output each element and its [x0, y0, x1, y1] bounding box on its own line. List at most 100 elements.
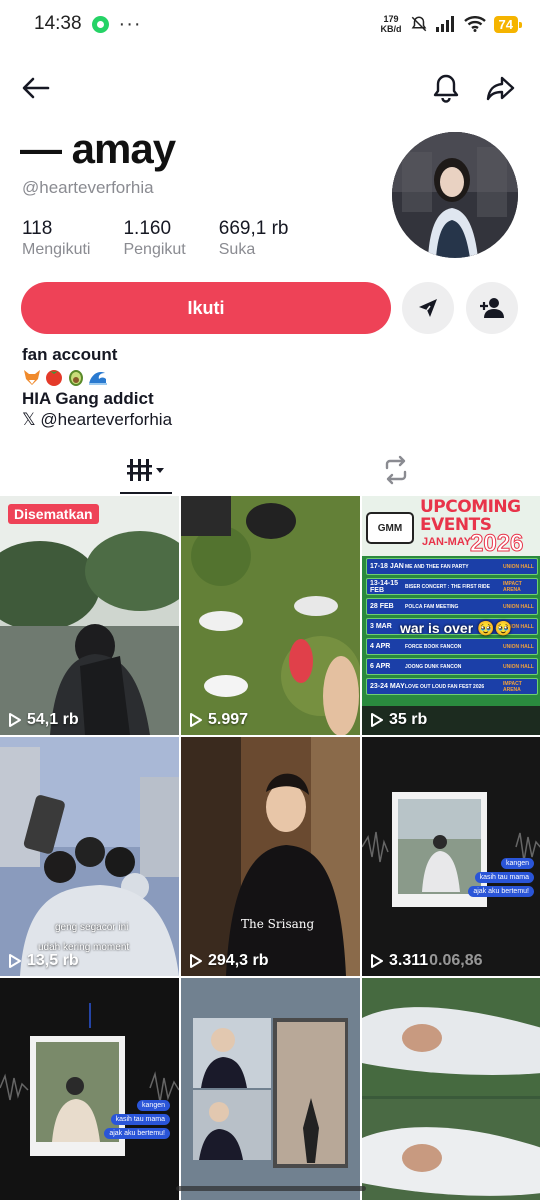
view-count: 13,5 rb: [8, 952, 79, 970]
grid-bars-icon: [127, 459, 164, 481]
play-icon: [190, 713, 202, 727]
chat-bubbles: kangen kasih tau mama ajak aku bertemu!: [92, 1100, 170, 1139]
stat-label: Suka: [218, 241, 256, 258]
chat-bubble: ajak aku bertemu!: [468, 886, 534, 897]
event-venue: UNION HALL: [503, 603, 534, 610]
video-tile[interactable]: kangen kasih tau mama ajak aku bertemu!: [0, 978, 179, 1200]
event-poster-title: UPCOMING EVENTS: [420, 497, 521, 535]
event-poster-sub: JAN-MAY: [422, 536, 472, 548]
add-friend-button[interactable]: [466, 282, 518, 334]
chat-bubble: kasih tau mama: [110, 1114, 170, 1125]
view-count-text: 294,3 rb: [208, 952, 269, 969]
share-arrow-icon: [486, 76, 515, 101]
event-poster-year: 2026: [469, 530, 524, 558]
video-tile[interactable]: geng segacor ini udah kering moment 13,5…: [0, 737, 179, 976]
display-name: — amay: [20, 125, 176, 172]
event-venue: UNION HALL: [503, 563, 534, 570]
stat-value: 1.160: [123, 218, 172, 239]
username: @hearteverforhia: [22, 178, 154, 197]
mute-bell-icon: [411, 16, 426, 32]
status-right: 179 KB/d 74: [381, 14, 523, 34]
bio-line-1: fan account: [22, 345, 118, 364]
chat-bubble: ajak aku bertemu!: [104, 1128, 170, 1139]
content-tabs: [0, 444, 540, 496]
event-name: FORCE BOOK FANCON: [405, 643, 462, 650]
stat-followers[interactable]: 1.160 Pengikut: [123, 218, 185, 260]
view-count-text: 3.311: [389, 952, 429, 969]
video-tile[interactable]: kangen kasih tau mama ajak aku bertemu! …: [362, 737, 540, 976]
event-row: 4 APR FORCE BOOK FANCON UNION HALL: [366, 638, 538, 655]
play-icon: [371, 713, 383, 727]
whatsapp-notification-icon: [91, 15, 109, 33]
bio-x-link[interactable]: 𝕏 @hearteverforhia: [22, 409, 172, 430]
chat-bubble: kasih tau mama: [474, 872, 534, 883]
video-tile[interactable]: Disematkan 54,1 rb: [0, 496, 179, 735]
follow-button[interactable]: Ikuti: [21, 282, 391, 334]
share-button[interactable]: [482, 70, 518, 106]
view-count: 294,3 rb: [189, 952, 268, 970]
repost-icon: [385, 455, 407, 485]
play-icon: [190, 954, 202, 968]
event-name: JOONG DUNK FANCON: [405, 663, 462, 670]
bell-icon: [433, 74, 459, 103]
event-poster-header: UPCOMING EVENTS: [420, 498, 540, 534]
stat-following[interactable]: 118 Mengikuti: [22, 218, 90, 260]
bio: fan account HIA Gang addict 𝕏 @heartever…: [22, 344, 172, 430]
chat-bubble: kangen: [501, 858, 534, 869]
event-date: 17-18 JAN: [370, 563, 404, 570]
event-row: 6 APR JOONG DUNK FANCON UNION HALL: [366, 658, 538, 675]
chat-bubble: kangen: [137, 1100, 170, 1111]
event-date: 4 APR: [370, 643, 391, 650]
view-count-text: 35 rb: [389, 711, 428, 728]
stat-label: Pengikut: [123, 241, 186, 258]
stat-label: Mengikuti: [22, 241, 91, 258]
event-row: 28 FEB POLCA FAM MEETING UNION HALL: [366, 598, 538, 615]
video-tile[interactable]: The Srisang 294,3 rb: [181, 737, 360, 976]
view-count: 54,1 rb: [8, 711, 79, 729]
event-poster-caption: war is over 🥹🥹: [400, 620, 512, 636]
view-count: 3.311 0.06,86: [370, 952, 483, 970]
home-indicator[interactable]: [176, 1186, 366, 1191]
notification-bell-button[interactable]: [428, 70, 464, 106]
video-thumbnail: [362, 737, 540, 976]
battery-indicator: 74: [493, 15, 523, 33]
video-thumbnail: [181, 737, 360, 976]
video-tile[interactable]: [362, 978, 540, 1200]
video-tile[interactable]: [181, 978, 360, 1200]
event-venue: UNION HALL: [503, 663, 534, 670]
network-speed: 179 KB/d: [381, 14, 402, 34]
event-venue: UNION HALL: [503, 643, 534, 650]
active-tab-indicator: [120, 492, 172, 494]
avatar[interactable]: [392, 132, 518, 258]
event-date: 13-14-15 FEB: [370, 579, 399, 594]
bio-line-3: HIA Gang addict: [22, 389, 154, 408]
stat-likes[interactable]: 669,1 rb Suka: [219, 218, 289, 260]
view-count: 5.997: [189, 711, 248, 729]
send-icon: [419, 299, 437, 317]
signal-icon: [435, 16, 454, 32]
message-button[interactable]: [402, 282, 454, 334]
video-caption: geng segacor ini: [55, 922, 129, 933]
wifi-icon: [463, 16, 486, 32]
view-count-text: 5.997: [208, 711, 249, 728]
event-poster-logo: GMM: [366, 512, 414, 544]
video-thumbnail: [0, 978, 179, 1200]
tomato-emoji: [46, 369, 62, 386]
event-venue: IMPACT ARENA: [503, 680, 522, 693]
event-name: ME AND THEE FAN PARTY: [405, 563, 469, 570]
network-speed-value: 179: [383, 14, 399, 24]
event-row: 23-24 MAY LOVE OUT LOUD FAN FEST 2026 IMPA…: [366, 678, 538, 695]
event-date: 28 FEB: [370, 603, 394, 610]
event-name: BISER CONCERT : THE FIRST RIDE: [405, 583, 491, 590]
tab-reposts[interactable]: [370, 450, 422, 490]
video-thumbnail: [181, 496, 360, 735]
event-name: POLCA FAM MEETING: [405, 603, 459, 610]
back-button[interactable]: [18, 70, 54, 106]
add-user-icon: [480, 298, 504, 318]
brand-text: The Srisang: [241, 917, 315, 931]
video-tile[interactable]: 5.997: [181, 496, 360, 735]
video-tile[interactable]: UPCOMING EVENTS GMM JAN-MAY 2026 17-18 J…: [362, 496, 540, 735]
event-date: 23-24 MAY: [370, 683, 405, 690]
tab-videos[interactable]: [120, 450, 172, 490]
play-icon: [9, 713, 21, 727]
